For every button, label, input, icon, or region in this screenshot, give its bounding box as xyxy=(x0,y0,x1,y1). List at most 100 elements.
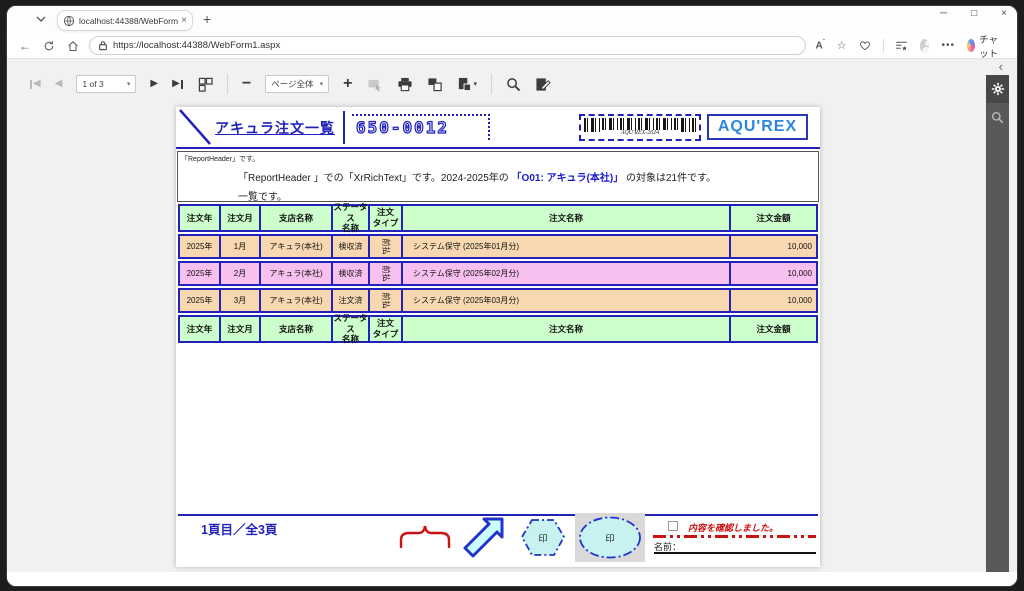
col-header: 注文金額 xyxy=(731,317,816,341)
cell-year: 2025年 xyxy=(180,236,221,257)
table-footer-header-row: 注文年 注文月 支店名称 ステータス 名称 注文 タイプ 注文名称 注文金額 xyxy=(178,315,818,343)
company-logo: AQU'REX xyxy=(707,114,808,140)
zoom-select[interactable]: ページ全体▾ xyxy=(265,75,329,93)
more-menu-icon[interactable]: ••• xyxy=(941,40,955,51)
read-aloud-icon[interactable]: Aˇ xyxy=(816,40,825,51)
browser-bottom-strip xyxy=(7,572,1017,587)
cell-status: 検収済 xyxy=(333,263,370,284)
barcode-caption: AQU'REX-2024 xyxy=(601,130,679,136)
postal-code-box: 650-0012 xyxy=(352,114,490,140)
maximize-button[interactable]: □ xyxy=(971,8,977,19)
name-underline xyxy=(654,552,816,554)
search-tab[interactable] xyxy=(986,103,1009,131)
stamp-hexagon: 印 xyxy=(520,517,566,558)
zoom-in-button[interactable]: + xyxy=(343,76,352,92)
divider xyxy=(491,74,492,94)
export-options-tab[interactable] xyxy=(986,75,1009,103)
tab-close-icon[interactable]: × xyxy=(181,15,187,26)
previous-page-button[interactable]: ◀ xyxy=(55,79,63,89)
col-header: 支店名称 xyxy=(261,206,333,230)
open-report-designer-button[interactable] xyxy=(535,77,551,92)
confirm-checkbox[interactable] xyxy=(668,521,678,531)
print-button[interactable] xyxy=(397,77,413,92)
cell-year: 2025年 xyxy=(180,263,221,284)
tab-strip: localhost:44388/WebForm1.aspx × + ─ □ × xyxy=(7,6,1017,33)
lock-icon xyxy=(98,40,108,51)
window-controls: ─ □ × xyxy=(940,8,1007,19)
col-header: 注文月 xyxy=(221,317,261,341)
page-select-value: 1 of 3 xyxy=(82,79,103,89)
cell-branch: アキュラ(本社) xyxy=(261,290,333,311)
address-bar[interactable]: https://localhost:44388/WebForm1.aspx xyxy=(89,36,806,55)
rich-text-line1: 「ReportHeader」です。 xyxy=(181,154,259,164)
export-button[interactable]: ▾ xyxy=(457,77,478,92)
first-page-button[interactable]: ◀ xyxy=(29,79,41,89)
address-bar-actions: Aˇ ☆ ••• チャット xyxy=(816,32,1017,60)
stamp-label: 印 xyxy=(575,531,645,544)
zoom-out-button[interactable]: − xyxy=(242,76,251,92)
minimize-button[interactable]: ─ xyxy=(940,8,947,19)
collapse-panel-icon[interactable]: ‹ xyxy=(999,59,1003,74)
report-title: アキュラ注文一覧 xyxy=(210,118,340,138)
cell-status: 注文済 xyxy=(333,290,370,311)
col-header: ステータス 名称 xyxy=(333,206,370,230)
cell-month: 2月 xyxy=(221,263,261,284)
table-row: 2025年 2月 アキュラ(本社) 検収済 前払 システム保守 (2025年02… xyxy=(178,261,818,286)
next-page-button[interactable]: ▶ xyxy=(150,79,158,89)
copilot-label: チャット xyxy=(979,32,1003,60)
refresh-icon[interactable] xyxy=(43,40,55,52)
chevron-down-icon: ▾ xyxy=(314,80,324,88)
col-header: 支店名称 xyxy=(261,317,333,341)
cell-branch: アキュラ(本社) xyxy=(261,263,333,284)
tab-title: localhost:44388/WebForm1.aspx xyxy=(79,16,178,26)
divider xyxy=(343,111,345,144)
cell-year: 2025年 xyxy=(180,290,221,311)
zoom-select-value: ページ全体 xyxy=(271,78,313,90)
rich-text-line2: 「ReportHeader 」での「XrRichText」です。2024-202… xyxy=(238,169,716,184)
close-button[interactable]: × xyxy=(1001,8,1007,19)
browser-tab[interactable]: localhost:44388/WebForm1.aspx × xyxy=(57,10,193,31)
col-header: 注文年 xyxy=(180,206,221,230)
favorite-star-icon[interactable]: ☆ xyxy=(837,39,847,52)
favorites-bar-icon[interactable] xyxy=(895,40,908,52)
barcode: AQU'REX-2024 xyxy=(579,114,701,141)
chevron-down-icon: ▾ xyxy=(121,80,131,88)
profile-avatar[interactable] xyxy=(920,39,929,53)
gear-icon xyxy=(991,82,1005,96)
print-page-button[interactable] xyxy=(427,77,443,92)
header-rule xyxy=(176,147,820,149)
cell-amount: 10,000 xyxy=(731,263,816,284)
col-header: ステータス 名称 xyxy=(333,317,370,341)
multipage-view-button[interactable] xyxy=(198,77,213,92)
globe-icon xyxy=(63,15,75,27)
table-row: 2025年 1月 アキュラ(本社) 検収済 前払 システム保守 (2025年01… xyxy=(178,234,818,259)
brace-shape xyxy=(398,522,452,548)
browser-window: localhost:44388/WebForm1.aspx × + ─ □ × … xyxy=(6,5,1018,587)
divider xyxy=(227,74,228,94)
tab-search-chevron-icon[interactable] xyxy=(35,13,51,27)
browser-essentials-icon[interactable] xyxy=(859,40,871,52)
page-select[interactable]: 1 of 3 ▾ xyxy=(76,75,136,93)
cell-order-name: システム保守 (2025年03月分) xyxy=(403,290,731,311)
cell-order-type: 前払 xyxy=(370,290,403,311)
cell-order-name: システム保守 (2025年01月分) xyxy=(403,236,731,257)
red-dash-dot-line xyxy=(653,535,816,538)
document-viewer: ◀ ◀ 1 of 3▾ ▶ ▶ − ページ全体▾ + xyxy=(7,59,1017,572)
diagonal-line xyxy=(179,109,211,145)
highlight-editing-fields-button[interactable] xyxy=(367,77,383,92)
report-page: アキュラ注文一覧 650-0012 AQU'REX-2024 AQU'REX 「… xyxy=(176,107,820,567)
cell-order-type: 前払 xyxy=(370,236,403,257)
cell-status: 検収済 xyxy=(333,236,370,257)
new-tab-button[interactable]: + xyxy=(203,11,211,27)
home-icon[interactable] xyxy=(67,40,79,52)
table-header-row: 注文年 注文月 支店名称 ステータス 名称 注文 タイプ 注文名称 注文金額 xyxy=(178,204,818,232)
last-page-button[interactable]: ▶ xyxy=(172,79,184,89)
search-icon xyxy=(991,111,1004,124)
copilot-button[interactable]: チャット xyxy=(967,32,1003,60)
viewer-side-panel xyxy=(986,75,1009,572)
orders-table: 注文年 注文月 支店名称 ステータス 名称 注文 タイプ 注文名称 注文金額 2… xyxy=(178,204,818,345)
search-button[interactable] xyxy=(506,77,521,92)
back-icon[interactable]: ← xyxy=(19,39,31,53)
cell-amount: 10,000 xyxy=(731,290,816,311)
copilot-icon xyxy=(967,39,975,52)
